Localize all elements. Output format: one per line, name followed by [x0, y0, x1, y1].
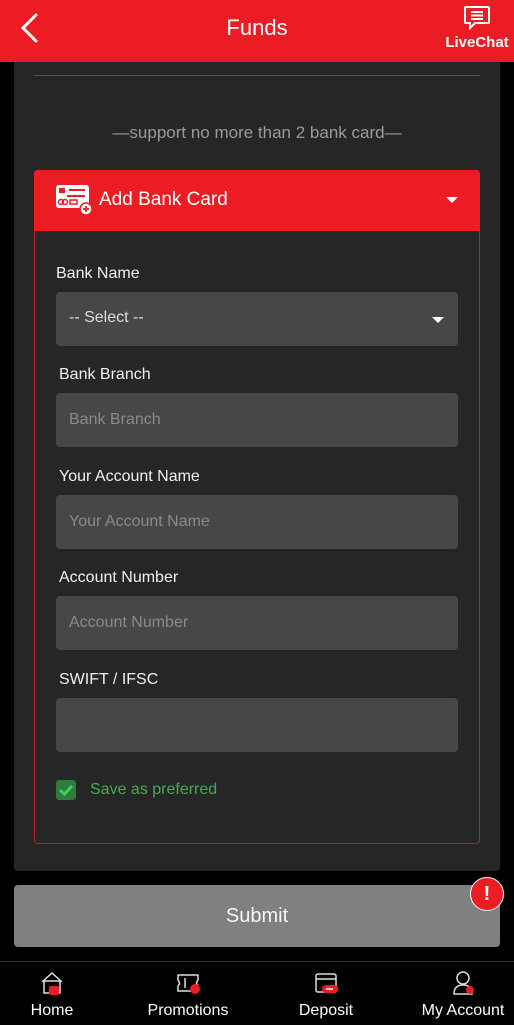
caret-down-icon [432, 317, 444, 323]
nav-deposit[interactable]: Deposit [286, 962, 366, 1025]
bank-name-selected: -- Select -- [69, 309, 144, 326]
nav-my-account[interactable]: My Account [415, 962, 511, 1025]
home-icon [41, 971, 63, 995]
card-limit-notice: —support no more than 2 bank card— [112, 123, 402, 142]
nav-home[interactable]: Home [12, 962, 92, 1025]
bank-branch-label: Bank Branch [59, 366, 151, 383]
save-preferred-label[interactable]: Save as preferred [90, 781, 217, 799]
caret-down-icon [446, 197, 458, 203]
bank-name-label: Bank Name [56, 265, 140, 282]
user-icon [453, 971, 474, 995]
add-bank-card-section: Add Bank Card Bank Name -- Select -- Ban… [34, 170, 480, 844]
livechat-button[interactable]: LiveChat [444, 5, 510, 51]
credit-card-plus-icon [56, 185, 93, 216]
bank-branch-input[interactable] [56, 393, 458, 447]
account-number-input[interactable] [56, 596, 458, 650]
save-preferred-checkbox[interactable] [56, 780, 76, 800]
page-title: Funds [226, 15, 288, 40]
swift-input[interactable] [56, 698, 458, 752]
ticket-icon [177, 974, 200, 994]
alert-badge-icon: ! [470, 877, 504, 911]
account-name-input[interactable] [56, 495, 458, 549]
nav-deposit-label: Deposit [298, 1002, 354, 1019]
bottom-nav: Home Promotions Deposit My Account [0, 961, 514, 1025]
chat-bubble-icon [464, 6, 490, 31]
nav-promotions-label: Promotions [147, 1002, 229, 1019]
account-name-label: Your Account Name [59, 468, 200, 485]
wallet-icon [315, 973, 338, 993]
nav-promotions[interactable]: Promotions [140, 962, 236, 1025]
funds-panel: —support no more than 2 bank card— Add B… [14, 62, 500, 871]
nav-home-label: Home [30, 1002, 74, 1019]
add-bank-card-title: Add Bank Card [99, 189, 228, 210]
livechat-label: LiveChat [445, 34, 509, 51]
app-header: Funds LiveChat [0, 0, 514, 62]
add-bank-card-toggle[interactable]: Add Bank Card [34, 170, 480, 231]
divider [34, 75, 480, 76]
nav-my-account-label: My Account [421, 1002, 505, 1019]
submit-button[interactable]: Submit [14, 885, 500, 947]
swift-label: SWIFT / IFSC [59, 671, 159, 688]
bank-name-select[interactable]: -- Select -- [56, 292, 458, 346]
account-number-label: Account Number [59, 569, 179, 586]
checkmark-icon [59, 784, 74, 797]
